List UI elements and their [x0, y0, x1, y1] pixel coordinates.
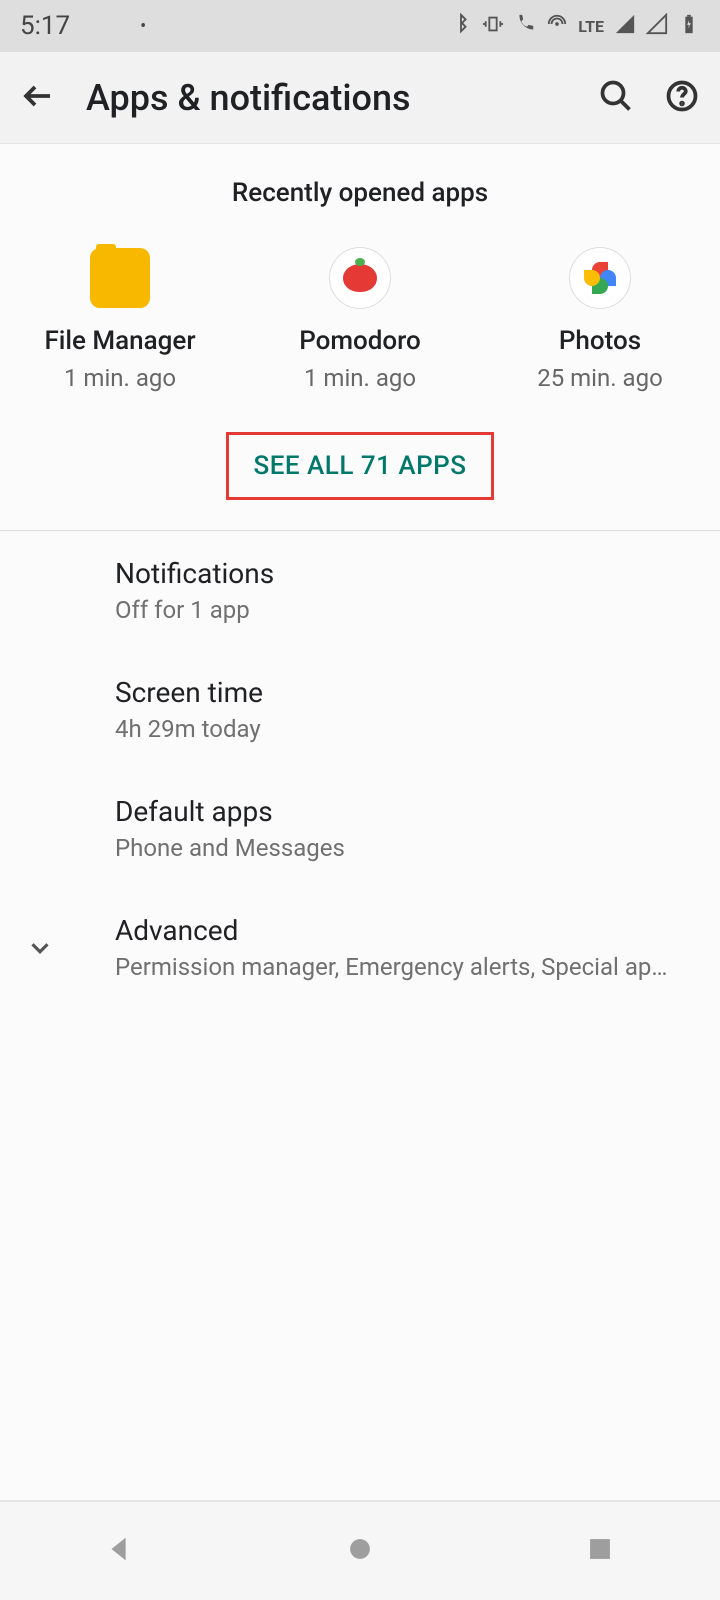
battery-icon: [678, 13, 700, 40]
app-time: 1 min. ago: [304, 364, 416, 392]
status-time: 5:17: [20, 11, 70, 41]
nav-back-icon[interactable]: [103, 1532, 137, 1570]
signal-icon: [614, 13, 636, 40]
signal2-icon: [646, 13, 668, 40]
search-icon[interactable]: [598, 78, 634, 118]
app-name: Pomodoro: [299, 326, 421, 356]
pinwheel-icon: [570, 248, 630, 308]
setting-sub: Permission manager, Emergency alerts, Sp…: [115, 953, 675, 981]
app-name: Photos: [559, 326, 641, 356]
see-all-apps-button[interactable]: SEE ALL 71 APPS: [226, 432, 493, 500]
app-item-file-manager[interactable]: File Manager 1 min. ago: [20, 248, 220, 392]
setting-sub: Phone and Messages: [115, 834, 700, 862]
setting-sub: Off for 1 app: [115, 596, 700, 624]
app-item-photos[interactable]: Photos 25 min. ago: [500, 248, 700, 392]
setting-advanced[interactable]: Advanced Permission manager, Emergency a…: [0, 888, 720, 1007]
recent-apps-header: Recently opened apps: [0, 144, 720, 228]
folder-icon: [90, 248, 150, 308]
nav-home-icon[interactable]: [343, 1532, 377, 1570]
hotspot-icon: [546, 13, 568, 40]
setting-default-apps[interactable]: Default apps Phone and Messages: [0, 769, 720, 888]
app-time: 1 min. ago: [64, 364, 176, 392]
system-nav-bar: [0, 1500, 720, 1600]
setting-title: Advanced: [115, 914, 675, 947]
content-area: Recently opened apps File Manager 1 min.…: [0, 144, 720, 1500]
recent-apps-row: File Manager 1 min. ago Pomodoro 1 min. …: [0, 228, 720, 422]
setting-title: Default apps: [115, 795, 700, 828]
app-toolbar: Apps & notifications: [0, 52, 720, 144]
nav-recent-icon[interactable]: [583, 1532, 617, 1570]
lte-label: LTE: [578, 17, 604, 36]
dot-icon: •: [140, 16, 146, 37]
setting-title: Notifications: [115, 557, 700, 590]
chevron-down-icon: [20, 928, 60, 968]
app-item-pomodoro[interactable]: Pomodoro 1 min. ago: [260, 248, 460, 392]
setting-sub: 4h 29m today: [115, 715, 700, 743]
app-time: 25 min. ago: [537, 364, 663, 392]
app-name: File Manager: [44, 326, 195, 356]
setting-screen-time[interactable]: Screen time 4h 29m today: [0, 650, 720, 769]
bluetooth-icon: [450, 13, 472, 40]
status-bar: 5:17 • LTE: [0, 0, 720, 52]
volte-icon: [514, 13, 536, 40]
setting-notifications[interactable]: Notifications Off for 1 app: [0, 531, 720, 650]
setting-title: Screen time: [115, 676, 700, 709]
vibrate-icon: [482, 13, 504, 40]
page-title: Apps & notifications: [86, 77, 411, 119]
help-icon[interactable]: [664, 78, 700, 118]
back-icon[interactable]: [20, 78, 56, 118]
tomato-icon: [330, 248, 390, 308]
